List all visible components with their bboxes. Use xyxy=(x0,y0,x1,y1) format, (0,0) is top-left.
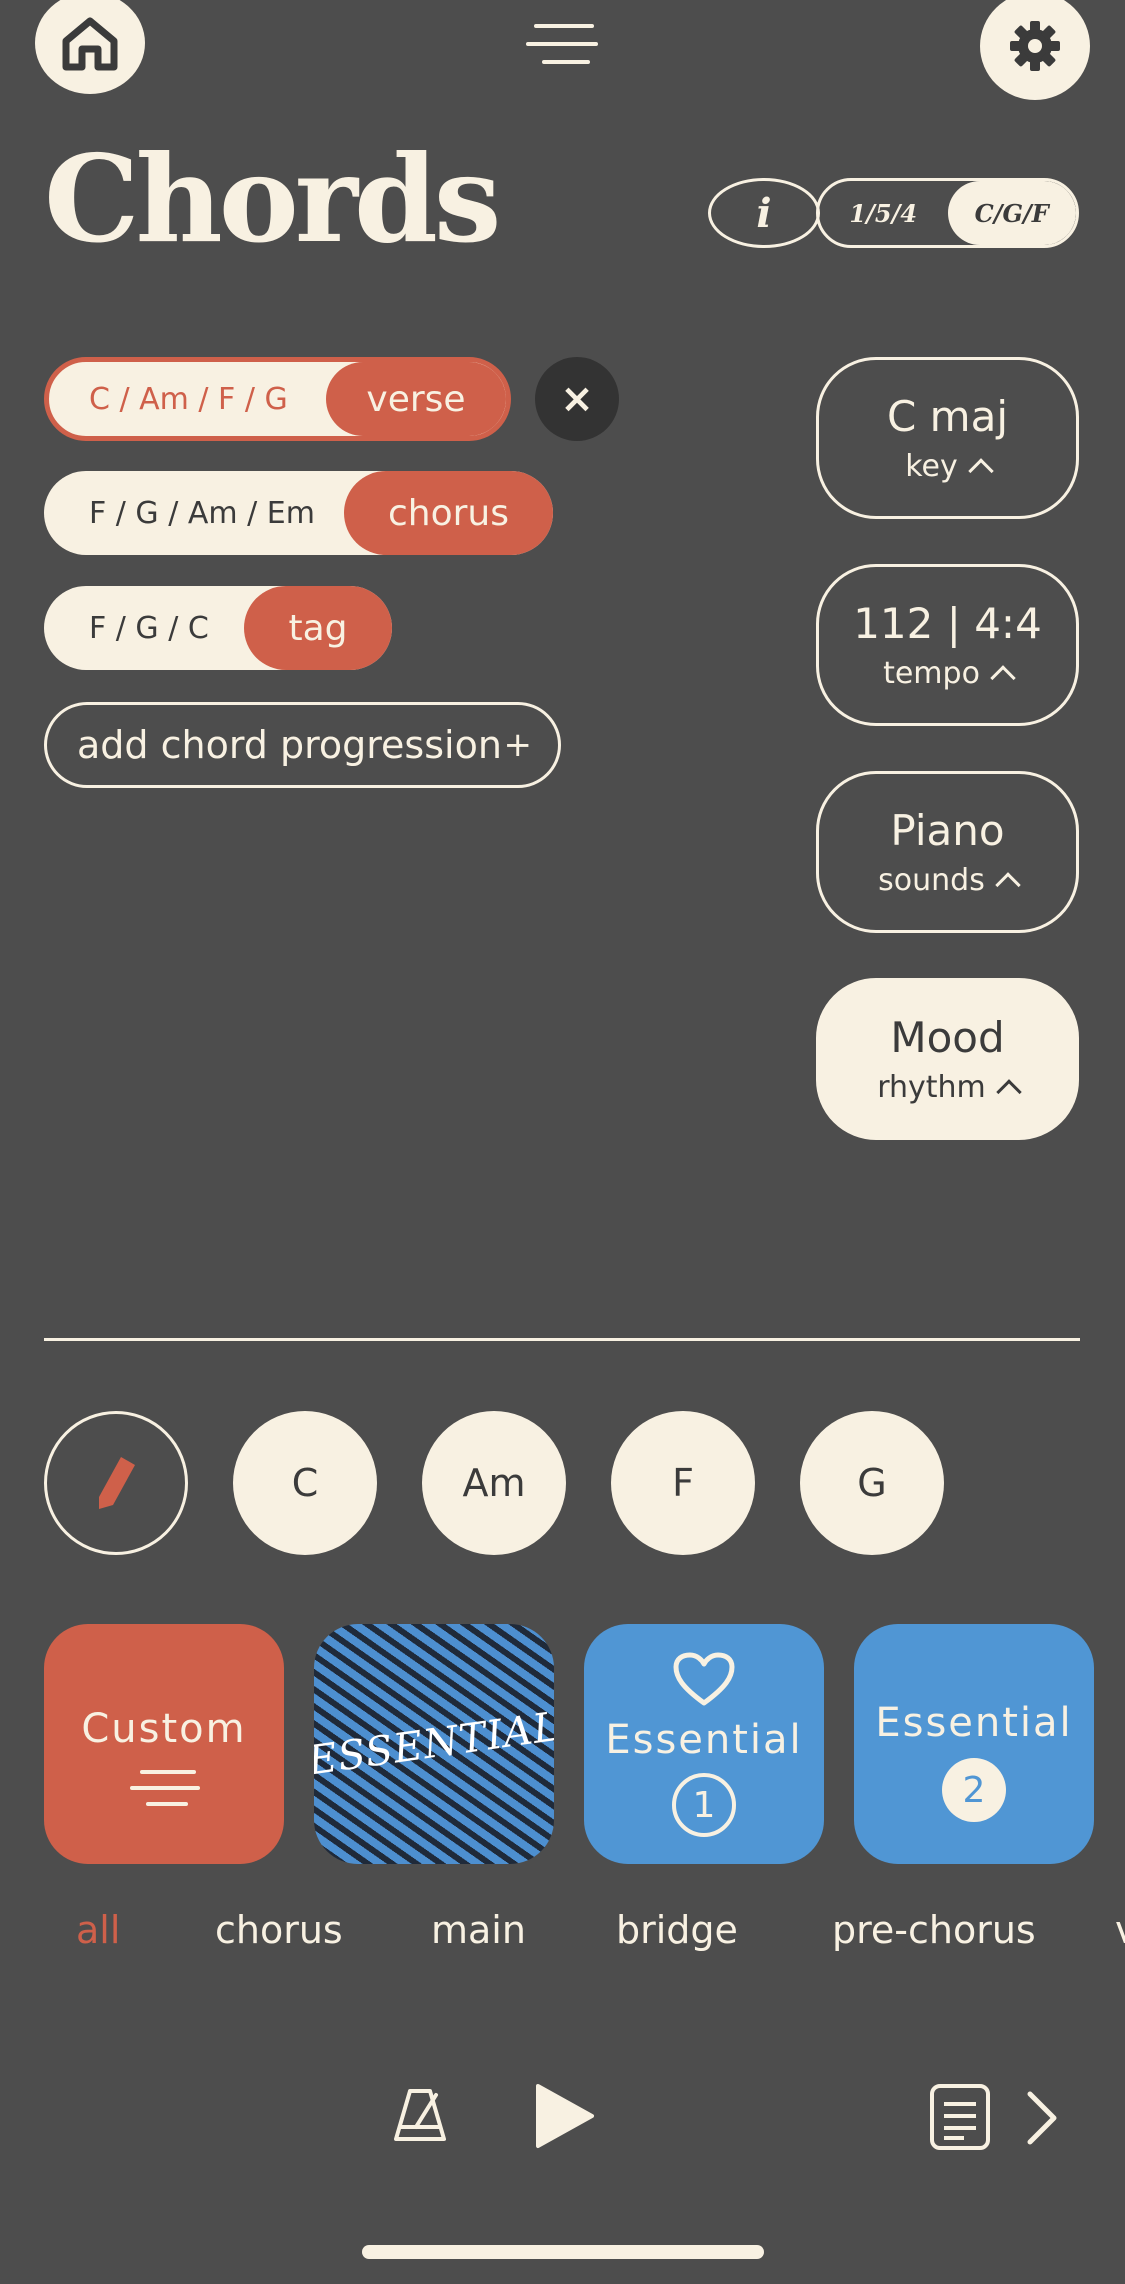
chevron-up-icon xyxy=(996,1079,1022,1105)
page-title: Chords xyxy=(44,129,501,270)
filter-tabs: all chorus main bridge pre-chorus v xyxy=(0,1908,1125,1968)
tab-all[interactable]: all xyxy=(76,1908,120,1952)
sounds-selector[interactable]: Piano sounds xyxy=(816,771,1079,933)
progression-verse[interactable]: C / Am / F / G verse xyxy=(44,357,511,441)
menu-lines-icon xyxy=(130,1770,200,1806)
gear-icon xyxy=(1010,21,1060,71)
menu-button[interactable] xyxy=(526,20,598,70)
chord-button-am[interactable]: Am xyxy=(422,1411,566,1555)
chevron-right-icon xyxy=(1027,2091,1057,2145)
progression-tag[interactable]: F / G / C tag xyxy=(44,586,392,670)
pack-label: Essential xyxy=(875,1700,1073,1746)
rhythm-selector[interactable]: Mood rhythm xyxy=(816,978,1079,1140)
pencil-icon xyxy=(99,1457,135,1509)
tab-main[interactable]: main xyxy=(431,1908,526,1952)
chord-button-f[interactable]: F xyxy=(611,1411,755,1555)
tempo-selector[interactable]: 112 | 4:4 tempo xyxy=(816,564,1079,726)
pack-badge: 2 xyxy=(942,1758,1006,1822)
key-selector[interactable]: C maj key xyxy=(816,357,1079,519)
home-button[interactable] xyxy=(35,0,145,94)
chevron-up-icon xyxy=(990,665,1016,691)
notation-option-letters[interactable]: C/G/F xyxy=(947,181,1076,245)
chevron-up-icon xyxy=(995,872,1021,898)
pack-label: Custom xyxy=(81,1706,247,1752)
tempo-label: tempo xyxy=(883,655,980,691)
info-icon: i xyxy=(756,189,772,237)
progression-chords: F / G / C xyxy=(89,610,209,646)
play-button[interactable] xyxy=(530,2080,600,2152)
close-icon: × xyxy=(560,376,594,422)
chord-button-g[interactable]: G xyxy=(800,1411,944,1555)
section-divider xyxy=(44,1338,1080,1341)
home-icon xyxy=(62,17,118,71)
pack-essential-art[interactable]: ESSENTIAL xyxy=(314,1624,554,1864)
tab-more[interactable]: v xyxy=(1115,1908,1125,1952)
chevron-up-icon xyxy=(968,458,994,484)
notation-toggle[interactable]: 1/5/4 C/G/F xyxy=(816,178,1079,248)
info-button[interactable]: i xyxy=(708,178,820,248)
pack-essential-2[interactable]: Essential 2 xyxy=(854,1624,1094,1864)
progression-chorus[interactable]: F / G / Am / Em chorus xyxy=(44,471,553,555)
play-icon xyxy=(536,2084,594,2148)
pack-badge: 1 xyxy=(672,1773,736,1837)
tempo-value: 112 | 4:4 xyxy=(853,599,1042,649)
notation-option-numbers[interactable]: 1/5/4 xyxy=(819,181,948,245)
progression-chords: F / G / Am / Em xyxy=(89,495,315,531)
sounds-label: sounds xyxy=(878,862,985,898)
heart-icon xyxy=(673,1652,735,1706)
home-indicator xyxy=(362,2245,764,2259)
pack-custom[interactable]: Custom xyxy=(44,1624,284,1864)
tab-chorus[interactable]: chorus xyxy=(215,1908,343,1952)
edit-chords-button[interactable] xyxy=(44,1411,188,1555)
tab-bridge[interactable]: bridge xyxy=(616,1908,738,1952)
settings-button[interactable] xyxy=(980,0,1090,100)
lyrics-sheet-button[interactable] xyxy=(928,2082,992,2152)
document-icon xyxy=(930,2084,990,2150)
tab-pre-chorus[interactable]: pre-chorus xyxy=(832,1908,1036,1952)
progression-chords: C / Am / F / G xyxy=(89,381,288,417)
section-tag-chorus: chorus xyxy=(344,471,553,555)
metronome-button[interactable] xyxy=(390,2085,450,2145)
pack-essential-1[interactable]: Essential 1 xyxy=(584,1624,824,1864)
rhythm-value: Mood xyxy=(890,1013,1005,1063)
section-tag-verse: verse xyxy=(326,362,506,436)
pack-label: ESSENTIAL xyxy=(314,1703,554,1785)
add-progression-label: add chord progression xyxy=(77,723,502,767)
metronome-icon xyxy=(394,2089,446,2141)
plus-icon: + xyxy=(503,725,533,765)
pack-label: Essential xyxy=(605,1717,803,1763)
next-button[interactable] xyxy=(1022,2090,1062,2146)
chord-button-c[interactable]: C xyxy=(233,1411,377,1555)
rhythm-label: rhythm xyxy=(877,1069,986,1105)
key-value: C maj xyxy=(887,392,1008,442)
section-tag-tag: tag xyxy=(244,586,392,670)
key-label: key xyxy=(905,448,958,484)
add-progression-button[interactable]: add chord progression + xyxy=(44,702,561,788)
remove-progression-button[interactable]: × xyxy=(535,357,619,441)
menu-lines-icon xyxy=(526,24,598,64)
sounds-value: Piano xyxy=(890,806,1005,856)
